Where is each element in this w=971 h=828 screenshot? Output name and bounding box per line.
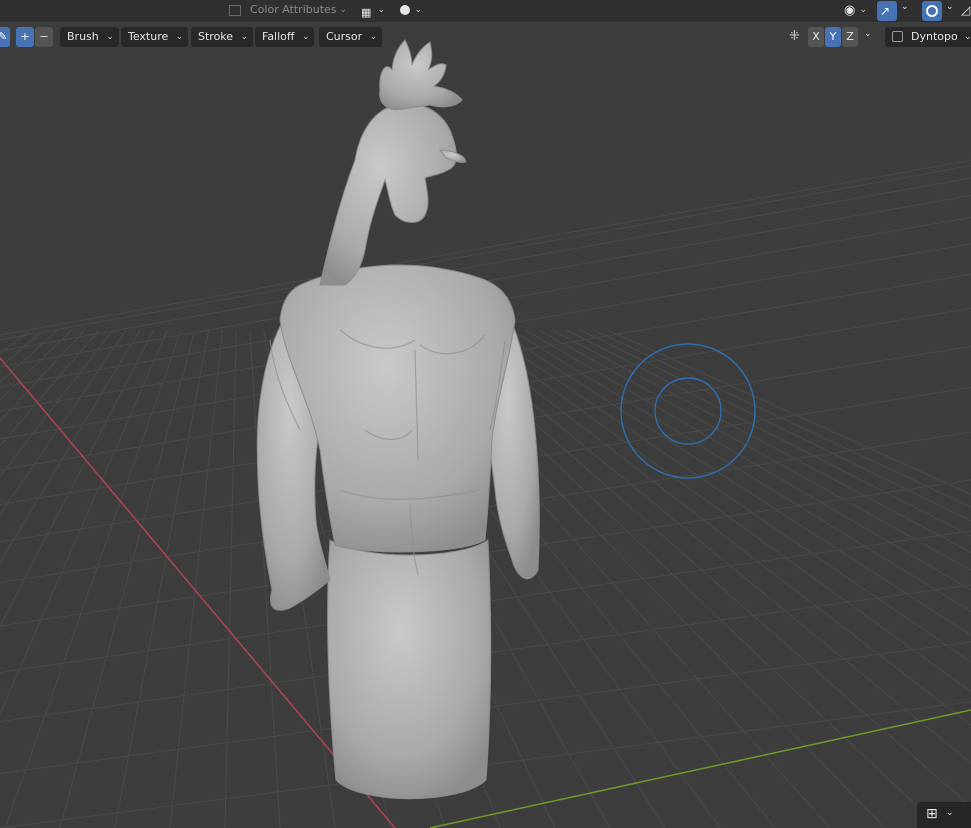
stroke-menu[interactable]: Stroke ⌄ bbox=[191, 27, 254, 47]
texture-menu[interactable]: Texture ⌄ bbox=[121, 27, 189, 47]
cursor-menu[interactable]: Cursor ⌄ bbox=[319, 27, 383, 47]
chevron-down-icon: ⌄ bbox=[301, 32, 310, 42]
chevron-down-icon: ⌄ bbox=[339, 5, 347, 15]
dyntopo-toggle[interactable]: Dyntopo ⌄ bbox=[885, 27, 971, 47]
add-direction-button[interactable]: + bbox=[16, 27, 34, 47]
axis-z-label: Z bbox=[846, 30, 854, 43]
selection-mask-dropdown[interactable]: ▦ ⌄ bbox=[358, 0, 390, 20]
cursor-menu-label: Cursor bbox=[326, 30, 363, 43]
symmetry-x-toggle[interactable]: X bbox=[808, 27, 824, 47]
symmetry-y-toggle[interactable]: Y bbox=[825, 27, 841, 47]
header-bar: Color Attributes ⌄ ▦ ⌄ ⌄ ◉ ⌄ ↗ ⌄ ⌄ ◿ bbox=[0, 0, 971, 22]
dyntopo-label: Dyntopo bbox=[911, 30, 958, 43]
falloff-menu-label: Falloff bbox=[262, 30, 295, 43]
brush-menu-label: Brush bbox=[67, 30, 99, 43]
overlays-toggle[interactable] bbox=[922, 1, 942, 21]
view-overlays-toggle[interactable]: ◉ ⌄ bbox=[840, 0, 872, 20]
pen-icon: ✎ bbox=[0, 30, 8, 43]
chevron-down-icon: ⌄ bbox=[369, 32, 378, 42]
chevron-down-icon: ⌄ bbox=[106, 32, 114, 42]
overlays-icon bbox=[926, 5, 938, 17]
add-label: + bbox=[20, 30, 30, 43]
color-attributes-label: Color Attributes bbox=[250, 3, 337, 16]
grid-dots-icon: ▦ bbox=[361, 6, 372, 19]
chevron-down-icon: ⌄ bbox=[377, 5, 385, 15]
stroke-menu-label: Stroke bbox=[198, 30, 234, 43]
mesh-symmetry-icon[interactable]: ⁜ bbox=[789, 29, 800, 44]
chevron-down-icon: ⌄ bbox=[175, 32, 184, 42]
axis-x-label: X bbox=[812, 30, 820, 43]
brush-menu[interactable]: Brush ⌄ bbox=[60, 27, 119, 47]
gizmo-icon: ↗ bbox=[880, 4, 891, 18]
texture-menu-label: Texture bbox=[128, 30, 169, 43]
chevron-down-icon: ⌄ bbox=[946, 808, 954, 818]
dot-icon bbox=[400, 5, 410, 15]
brush-tool-button[interactable]: ✎ bbox=[0, 27, 10, 47]
chevron-down-icon: ⌄ bbox=[240, 32, 249, 42]
subtract-label: − bbox=[39, 30, 49, 43]
gizmo-toggle[interactable]: ↗ bbox=[877, 1, 897, 21]
chevron-down-icon[interactable]: ⌄ bbox=[864, 29, 872, 39]
color-attributes-icon bbox=[229, 5, 241, 16]
symmetry-z-toggle[interactable]: Z bbox=[842, 27, 858, 47]
checkbox-icon bbox=[892, 31, 903, 42]
subtract-direction-button[interactable]: − bbox=[35, 27, 53, 47]
vertex-mask-dropdown[interactable]: ⌄ bbox=[395, 0, 427, 20]
chevron-down-icon[interactable]: ⌄ bbox=[901, 2, 909, 12]
chevron-down-icon: ⌄ bbox=[964, 32, 971, 42]
shading-icon[interactable]: ◿ bbox=[961, 3, 970, 17]
eye-icon: ◉ bbox=[844, 3, 856, 18]
grid-icon: ⊞ bbox=[926, 806, 938, 822]
navigation-widget[interactable]: ⊞ ⌄ bbox=[917, 802, 971, 828]
sculpt-toolbar: ✎ + − Brush ⌄ Texture ⌄ Stroke ⌄ Falloff… bbox=[0, 24, 971, 50]
3d-viewport[interactable] bbox=[0, 0, 971, 828]
color-attributes-dropdown[interactable]: Color Attributes ⌄ bbox=[226, 0, 352, 20]
chevron-down-icon: ⌄ bbox=[414, 5, 422, 15]
axis-y-label: Y bbox=[829, 30, 837, 43]
falloff-menu[interactable]: Falloff ⌄ bbox=[255, 27, 315, 47]
chevron-down-icon: ⌄ bbox=[859, 5, 867, 15]
chevron-down-icon[interactable]: ⌄ bbox=[946, 2, 954, 12]
